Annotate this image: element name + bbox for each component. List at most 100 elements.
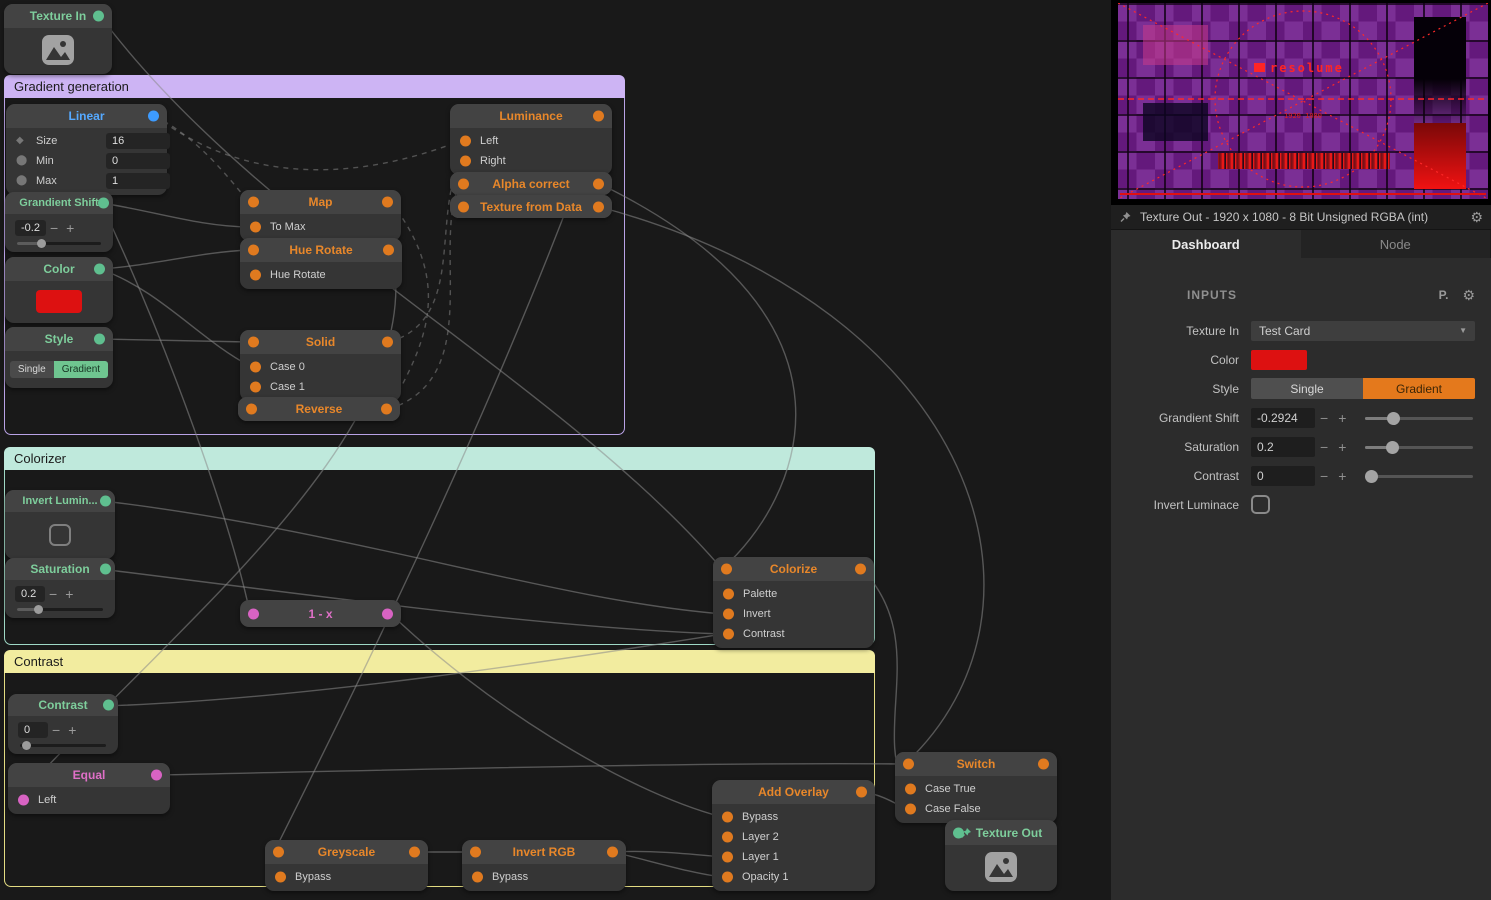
node-texture-in[interactable]: Texture In: [4, 4, 112, 74]
input-port[interactable]: [273, 847, 284, 858]
input-port[interactable]: [248, 608, 259, 619]
saturation-input[interactable]: 0.2: [15, 586, 45, 602]
output-port[interactable]: [382, 337, 393, 348]
input-port[interactable]: [472, 872, 483, 883]
input-port[interactable]: [723, 609, 734, 620]
input-port[interactable]: [722, 852, 733, 863]
output-port[interactable]: [382, 608, 393, 619]
node-invert-luminance[interactable]: Invert Lumin...: [5, 490, 115, 559]
texture-in-dropdown[interactable]: Test Card ▼: [1251, 321, 1475, 341]
contrast-slider[interactable]: [20, 740, 106, 750]
option-gradient[interactable]: Gradient: [1363, 378, 1475, 399]
input-port[interactable]: [248, 245, 259, 256]
input-port[interactable]: [248, 337, 259, 348]
plus-button[interactable]: +: [1333, 468, 1351, 484]
input-port[interactable]: [460, 136, 471, 147]
plus-button[interactable]: +: [64, 723, 80, 737]
slider-thumb[interactable]: [37, 239, 46, 248]
input-port[interactable]: [458, 178, 469, 189]
minus-button[interactable]: −: [48, 723, 64, 737]
slider-thumb[interactable]: [1365, 470, 1378, 483]
output-port[interactable]: [856, 787, 867, 798]
saturation-slider[interactable]: [1365, 440, 1473, 454]
node-greyscale[interactable]: Greyscale Bypass: [265, 840, 428, 891]
contrast-slider[interactable]: [1365, 469, 1473, 483]
size-input[interactable]: 16: [106, 133, 170, 149]
shift-input[interactable]: -0.2: [15, 220, 46, 236]
node-equal[interactable]: Equal Left: [8, 763, 170, 814]
node-solid[interactable]: Solid Case 0 Case 1: [240, 330, 401, 401]
minus-button[interactable]: −: [45, 587, 61, 601]
input-port[interactable]: [723, 589, 734, 600]
node-alpha-correct[interactable]: Alpha correct: [450, 172, 612, 195]
minus-button[interactable]: −: [1315, 410, 1333, 426]
invert-luminance-checkbox[interactable]: [49, 524, 71, 546]
input-port[interactable]: [250, 382, 261, 393]
input-port[interactable]: [470, 847, 481, 858]
option-gradient[interactable]: Gradient: [54, 361, 108, 378]
input-port[interactable]: [275, 872, 286, 883]
output-port[interactable]: [593, 178, 604, 189]
output-port[interactable]: [855, 564, 866, 575]
node-add-overlay[interactable]: Add Overlay Bypass Layer 2 Layer 1: [712, 780, 875, 891]
saturation-input[interactable]: 0.2: [1251, 437, 1315, 457]
input-port[interactable]: [246, 404, 257, 415]
option-single[interactable]: Single: [10, 361, 54, 378]
saturation-slider[interactable]: [17, 604, 103, 614]
input-port[interactable]: [250, 362, 261, 373]
input-port[interactable]: [722, 872, 733, 883]
output-port[interactable]: [94, 334, 105, 345]
max-input[interactable]: 1: [106, 173, 170, 189]
node-reverse[interactable]: Reverse: [238, 397, 400, 421]
shift-slider[interactable]: [17, 238, 101, 248]
output-port[interactable]: [1038, 759, 1049, 770]
slider-thumb[interactable]: [1386, 441, 1399, 454]
pin-icon[interactable]: [1119, 211, 1132, 223]
contrast-input[interactable]: 0: [1251, 466, 1315, 486]
preset-icon[interactable]: P.: [1439, 288, 1449, 302]
output-port[interactable]: [409, 847, 420, 858]
group-header[interactable]: Contrast: [4, 650, 875, 673]
minus-button[interactable]: −: [1315, 439, 1333, 455]
node-canvas[interactable]: Gradient generation Colorizer Contrast: [0, 0, 1111, 900]
input-port[interactable]: [250, 270, 261, 281]
output-port[interactable]: [381, 404, 392, 415]
input-port[interactable]: [722, 832, 733, 843]
node-one-minus-x[interactable]: 1 - x: [240, 600, 401, 627]
color-swatch[interactable]: [1251, 350, 1307, 370]
output-port[interactable]: [593, 201, 604, 212]
node-gradient-shift[interactable]: Grandient Shift -0.2 − +: [5, 192, 113, 252]
node-style[interactable]: Style Single Gradient: [5, 327, 113, 388]
minus-button[interactable]: −: [46, 221, 62, 235]
node-contrast[interactable]: Contrast 0 − +: [8, 694, 118, 754]
plus-button[interactable]: +: [62, 221, 78, 235]
node-linear[interactable]: Linear ◆ Size 16 ⬤ Min 0 ⬤ Max 1: [6, 104, 167, 195]
input-port[interactable]: [458, 201, 469, 212]
output-port[interactable]: [383, 245, 394, 256]
node-luminance[interactable]: Luminance Left Right: [450, 104, 612, 175]
color-swatch[interactable]: [36, 290, 82, 313]
input-port[interactable]: [722, 812, 733, 823]
style-toggle[interactable]: Single Gradient: [10, 361, 108, 378]
gear-icon[interactable]: ⚙: [1462, 288, 1475, 302]
slider-thumb[interactable]: [34, 605, 43, 614]
output-port[interactable]: [593, 111, 604, 122]
input-port[interactable]: [460, 156, 471, 167]
input-port[interactable]: [18, 795, 29, 806]
tab-dashboard[interactable]: Dashboard: [1111, 230, 1301, 258]
output-port[interactable]: [94, 264, 105, 275]
node-texture-out[interactable]: Texture Out: [945, 820, 1057, 891]
input-port[interactable]: [953, 827, 964, 838]
invert-luminance-checkbox[interactable]: [1251, 495, 1270, 514]
node-saturation[interactable]: Saturation 0.2 − +: [5, 558, 115, 618]
output-port[interactable]: [100, 496, 111, 507]
node-color[interactable]: Color: [5, 257, 113, 323]
output-port[interactable]: [382, 197, 393, 208]
plus-button[interactable]: +: [61, 587, 77, 601]
output-port[interactable]: [98, 198, 109, 209]
output-port[interactable]: [607, 847, 618, 858]
min-input[interactable]: 0: [106, 153, 170, 169]
output-port[interactable]: [151, 770, 162, 781]
gradient-shift-slider[interactable]: [1365, 411, 1473, 425]
input-port[interactable]: [250, 222, 261, 233]
